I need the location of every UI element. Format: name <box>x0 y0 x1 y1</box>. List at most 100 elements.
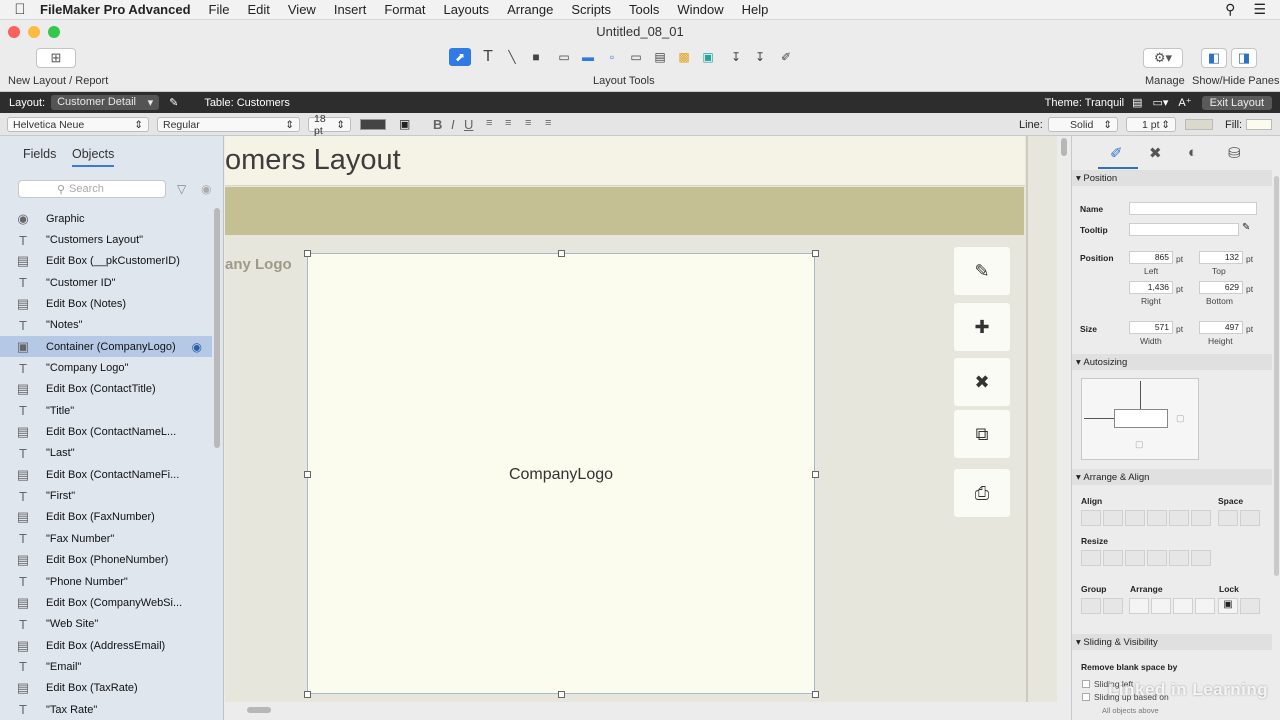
list-item[interactable]: ▤ Edit Box (ContactNameL... <box>0 421 212 442</box>
resize-handle[interactable] <box>812 691 819 698</box>
menu-scripts[interactable]: Scripts <box>571 2 611 17</box>
align-right-button[interactable] <box>1125 510 1145 526</box>
list-item[interactable]: ▤ Edit Box (CompanyWebSi... <box>0 592 212 613</box>
menu-layouts[interactable]: Layouts <box>444 2 490 17</box>
space-horizontal-button[interactable] <box>1218 510 1238 526</box>
align-middle-button[interactable] <box>1169 510 1189 526</box>
exit-layout-button[interactable]: Exit Layout <box>1201 95 1272 110</box>
resize-largest-width-button[interactable] <box>1103 550 1123 566</box>
underline-icon[interactable]: U <box>464 117 473 132</box>
menu-tools[interactable]: Tools <box>629 2 659 17</box>
fill-color-swatch[interactable] <box>1246 119 1272 130</box>
list-item[interactable]: T "Notes" <box>0 315 212 336</box>
tab-control-tool-icon[interactable]: ▭ <box>625 48 647 66</box>
arrange-section-header[interactable]: ▾ Arrange & Align <box>1072 469 1272 485</box>
width-field[interactable]: 571 <box>1129 321 1173 334</box>
list-item[interactable]: T "Last" <box>0 443 212 464</box>
show-right-pane-button[interactable]: ◨ <box>1231 48 1257 68</box>
list-item[interactable]: ▤ Edit Box (ContactNameFi... <box>0 464 212 485</box>
top-field[interactable]: 132 <box>1199 251 1243 264</box>
sliding-up-checkbox[interactable] <box>1082 693 1090 701</box>
device-preview-icon[interactable]: ▭▾ <box>1153 96 1169 109</box>
spotlight-search-icon[interactable]: ⚲ <box>1225 1 1235 18</box>
canvas-vertical-scrollbar[interactable] <box>1057 136 1071 702</box>
bring-to-front-button[interactable] <box>1129 598 1149 614</box>
layout-canvas[interactable]: omers Layout any Logo CompanyLogo ✎ ✚ ✖ … <box>225 136 1057 702</box>
tab-objects[interactable]: Objects <box>72 147 115 167</box>
list-item[interactable]: ▤ Edit Box (FaxNumber) <box>0 507 212 528</box>
ungroup-button[interactable] <box>1103 598 1123 614</box>
web-viewer-tool-icon[interactable]: ▣ <box>697 48 719 66</box>
show-left-pane-button[interactable]: ◧ <box>1201 48 1227 68</box>
style-select[interactable]: Regular ⇕ <box>157 117 300 132</box>
apple-icon[interactable]:  <box>0 1 40 18</box>
sliding-section-header[interactable]: ▾ Sliding & Visibility <box>1072 634 1272 650</box>
tooltip-edit-icon[interactable]: ✎ <box>1242 222 1250 233</box>
chart-tool-icon[interactable]: ▩ <box>673 48 695 66</box>
resize-smallest-height-button[interactable] <box>1125 550 1145 566</box>
company-logo-label[interactable]: any Logo <box>225 256 292 273</box>
align-top-button[interactable] <box>1147 510 1167 526</box>
all-objects-above-option[interactable]: All objects above <box>1102 706 1159 715</box>
align-justify-icon[interactable]: ≡ <box>545 117 551 129</box>
field-picker-icon[interactable]: ↧ <box>725 48 747 66</box>
italic-icon[interactable]: I <box>451 117 455 132</box>
app-name-menu[interactable]: FileMaker Pro Advanced <box>40 2 191 17</box>
resize-handle[interactable] <box>812 250 819 257</box>
menu-insert[interactable]: Insert <box>334 2 367 17</box>
list-item[interactable]: ◉ Graphic <box>0 208 212 229</box>
tooltip-field[interactable] <box>1129 223 1239 236</box>
tab-fields[interactable]: Fields <box>23 147 56 161</box>
eye-icon[interactable]: ◉ <box>201 182 211 196</box>
list-item[interactable]: T "Tax Rate" <box>0 699 212 720</box>
left-field[interactable]: 865 <box>1129 251 1173 264</box>
styles-tab-icon[interactable]: ✖ <box>1149 144 1162 162</box>
bottom-field[interactable]: 629 <box>1199 281 1243 294</box>
list-item[interactable]: ▤ Edit Box (TaxRate) <box>0 678 212 699</box>
bold-icon[interactable]: B <box>433 117 442 132</box>
unlock-icon[interactable] <box>1240 598 1260 614</box>
height-field[interactable]: 497 <box>1199 321 1243 334</box>
resize-smallest-width-button[interactable] <box>1081 550 1101 566</box>
anchor-right-lock-icon[interactable]: ▢ <box>1176 413 1185 424</box>
list-item[interactable]: T "Title" <box>0 400 212 421</box>
resize-handle[interactable] <box>304 250 311 257</box>
align-left-button[interactable] <box>1081 510 1101 526</box>
menu-help[interactable]: Help <box>742 2 769 17</box>
align-bottom-button[interactable] <box>1191 510 1211 526</box>
field-tool-icon[interactable]: ▭ <box>553 48 575 66</box>
menu-edit[interactable]: Edit <box>247 2 269 17</box>
list-item[interactable]: T "Customer ID" <box>0 272 212 293</box>
text-color-swatch[interactable] <box>360 119 386 130</box>
autosizing-control[interactable]: ▢ ▢ <box>1081 378 1199 460</box>
group-button[interactable] <box>1081 598 1101 614</box>
align-center-icon[interactable]: ≡ <box>505 117 511 129</box>
text-tool-icon[interactable]: T <box>477 48 499 66</box>
sliding-left-checkbox[interactable] <box>1082 680 1090 688</box>
resize-handle[interactable] <box>558 691 565 698</box>
print-button[interactable]: ⎙ <box>954 469 1010 517</box>
scroll-thumb[interactable] <box>1061 138 1067 156</box>
delete-record-button[interactable]: ✖ <box>954 358 1010 406</box>
resize-handle[interactable] <box>304 691 311 698</box>
list-item[interactable]: T "Email" <box>0 656 212 677</box>
list-item[interactable]: T "Web Site" <box>0 614 212 635</box>
manage-button[interactable]: ⚙▾ <box>1143 48 1183 68</box>
right-field[interactable]: 1,436 <box>1129 281 1173 294</box>
layout-title-text[interactable]: omers Layout <box>225 144 401 177</box>
layout-select[interactable]: Customer Detail ▾ <box>51 95 160 110</box>
name-field[interactable] <box>1129 202 1257 215</box>
edit-record-button[interactable]: ✎ <box>954 247 1010 295</box>
lock-icon[interactable]: ▣ <box>1218 598 1238 614</box>
resize-handle[interactable] <box>812 471 819 478</box>
format-painter-icon[interactable]: ✐ <box>775 48 797 66</box>
list-item[interactable]: ▤ Edit Box (PhoneNumber) <box>0 550 212 571</box>
list-item[interactable]: T "First" <box>0 485 212 506</box>
search-input[interactable]: ⚲ Search <box>18 180 166 198</box>
font-style-icon[interactable]: A⁺ <box>1178 96 1191 109</box>
list-item[interactable]: ▤ Edit Box (AddressEmail) <box>0 635 212 656</box>
autosizing-section-header[interactable]: ▾ Autosizing <box>1072 354 1272 370</box>
anchor-bottom-lock-icon[interactable]: ▢ <box>1135 439 1144 450</box>
visibility-eye-icon[interactable]: ◉ <box>192 340 202 354</box>
notification-list-icon[interactable]: ☰ <box>1253 1 1266 18</box>
